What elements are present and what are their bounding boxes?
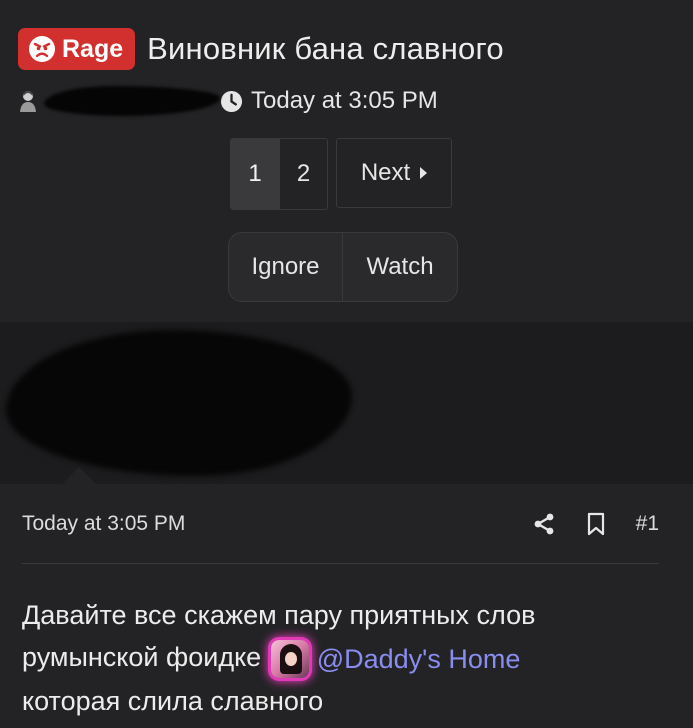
post-author-panel (0, 322, 693, 484)
thread-date[interactable]: Today at 3:05 PM (251, 87, 438, 115)
post-body-line-with-mention: румынской фоидке @Daddy's Home (22, 636, 663, 680)
thread-title: Виновник бана славного (147, 31, 504, 66)
thread-meta: Today at 3:05 PM (18, 86, 438, 116)
clock-icon (220, 90, 243, 112)
post-body-line: Давайте все скажем пару приятных слов (22, 600, 536, 630)
rage-prefix-badge[interactable]: Rage (18, 28, 136, 70)
thread-title-row: Rage Виновник бана славного (18, 28, 504, 70)
post-body: Давайте все скажем пару приятных слов ру… (22, 594, 663, 722)
post-body-text: румынской фоидке (22, 642, 262, 672)
page-1-button[interactable]: 1 (231, 139, 279, 209)
post-body-line: которая слила славного (22, 685, 324, 716)
user-mention[interactable]: @Daddy's Home (269, 638, 521, 680)
post-header: Today at 3:05 PM #1 (22, 508, 659, 540)
next-label: Next (360, 159, 411, 186)
prefix-label: Rage (62, 34, 124, 63)
bookmark-icon[interactable] (586, 512, 606, 536)
post-date[interactable]: Today at 3:05 PM (22, 512, 185, 536)
mention-avatar[interactable] (270, 639, 309, 678)
share-icon[interactable] (532, 512, 556, 536)
ignore-button[interactable]: Ignore (229, 233, 343, 301)
caret-right-icon (420, 167, 428, 179)
pagination: 1 2 Next (230, 138, 452, 210)
thread-page: Rage Виновник бана славного Today at 3:0… (0, 0, 693, 728)
page-number-group: 1 2 (230, 138, 328, 210)
post-pointer-arrow (62, 467, 96, 484)
post-tools: #1 (532, 512, 659, 536)
watch-button[interactable]: Watch (343, 233, 457, 301)
post-divider (22, 563, 659, 564)
angry-face-icon (29, 36, 55, 62)
redacted-author-name (44, 86, 220, 116)
thread-actions: Ignore Watch (228, 232, 458, 302)
post-number-link[interactable]: #1 (636, 512, 659, 536)
next-page-button[interactable]: Next (336, 138, 452, 208)
avatar-icon[interactable] (18, 89, 38, 113)
redacted-author-info (6, 330, 352, 476)
mention-link[interactable]: @Daddy's Home (317, 638, 521, 680)
page-2-button[interactable]: 2 (279, 139, 327, 209)
